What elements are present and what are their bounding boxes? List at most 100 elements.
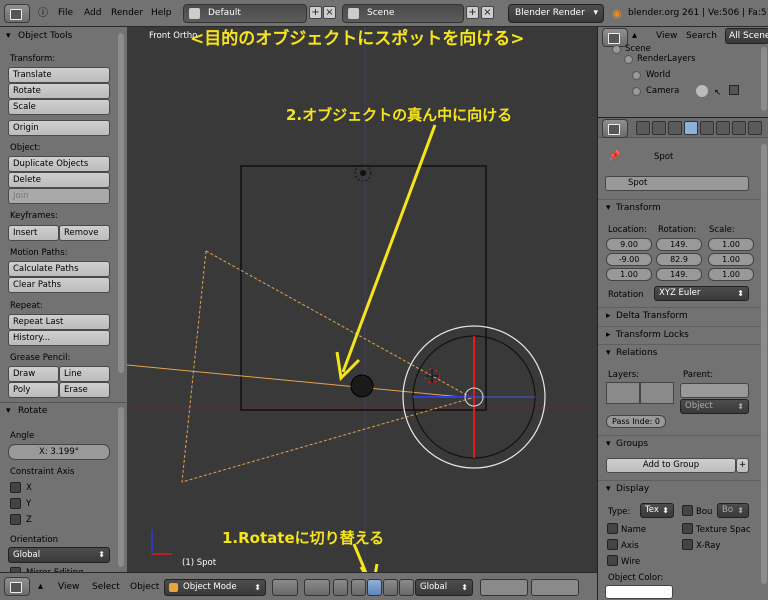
scene-field[interactable]: Scene [342,4,464,23]
delete-layout-button[interactable]: × [323,6,336,19]
layers-grid-left[interactable] [606,382,640,404]
tab-constraints-icon[interactable] [700,121,714,135]
menu-view[interactable]: View [58,573,79,600]
tab-data-icon[interactable] [716,121,730,135]
location-z-field[interactable]: 1.00 [606,268,652,281]
menu-help[interactable]: Help [151,0,172,27]
tab-object-icon[interactable] [684,121,698,135]
menu-object[interactable]: Object [130,573,159,600]
history-button[interactable]: History... [8,330,110,346]
object-name-field[interactable]: Spot [605,176,749,191]
sphere-object[interactable] [350,374,374,398]
rotation-x-field[interactable]: 149. [656,238,702,251]
object-color-swatch[interactable] [605,585,673,599]
clear-paths-button[interactable]: Clear Paths [8,277,110,293]
translate-button[interactable]: Translate [8,67,110,83]
duplicate-objects-button[interactable]: Duplicate Objects [8,156,110,172]
viewport-shading-button[interactable] [272,579,298,596]
object-tools-header[interactable]: Object Tools [0,27,127,46]
scale-z-field[interactable]: 1.00 [708,268,754,281]
parent-field[interactable] [680,383,749,398]
scale-manipulator-icon[interactable] [399,579,414,596]
orientation-dropdown[interactable]: Global [8,547,110,563]
scale-y-field[interactable]: 1.00 [708,253,754,266]
layers-buttons[interactable] [480,579,528,596]
menu-add[interactable]: Add [84,0,101,27]
outliner-item-world[interactable]: World [598,67,758,83]
xray-checkbox[interactable] [682,539,693,550]
relations-panel-header[interactable]: Relations [598,344,763,362]
location-y-field[interactable]: -9.00 [606,253,652,266]
outliner-menu-view[interactable]: View [656,31,677,41]
3d-view-editor-type-button[interactable] [4,577,30,596]
angle-field[interactable]: X: 3.199° [8,444,110,460]
add-group-plus-button[interactable]: + [736,458,749,473]
wire-checkbox[interactable] [607,555,618,566]
outliner-scrollbar[interactable] [761,47,767,111]
poly-button[interactable]: Poly [8,382,59,398]
scale-button[interactable]: Scale [8,99,110,115]
pin-icon[interactable]: 📌 [608,151,620,162]
translate-manipulator-icon[interactable] [383,579,398,596]
properties-editor-type-button[interactable] [602,119,628,138]
menu-render[interactable]: Render [111,0,143,27]
outliner-menu-search[interactable]: Search [686,31,717,41]
rotation-z-field[interactable]: 149. [656,268,702,281]
delta-transform-panel-header[interactable]: Delta Transform [598,307,763,325]
texture-space-checkbox[interactable] [682,523,693,534]
bounds-type-dropdown[interactable]: Bo [717,503,749,518]
remove-keyframe-button[interactable]: Remove [59,225,110,241]
restrict-select-icon[interactable]: ↖ [714,85,721,101]
menu-file[interactable]: File [58,0,73,27]
scale-x-field[interactable]: 1.00 [708,238,754,251]
join-button[interactable]: Join [8,188,110,204]
axis-checkbox[interactable] [607,539,618,550]
screen-layout-field[interactable]: Default [183,4,307,23]
transform-panel-header[interactable]: Transform [598,199,763,217]
name-checkbox[interactable] [607,523,618,534]
pivot-point-button[interactable] [304,579,330,596]
render-engine-dropdown[interactable]: Blender Render [508,4,604,23]
rotation-mode-dropdown[interactable]: XYZ Euler [654,286,749,301]
location-x-field[interactable]: 9.00 [606,238,652,251]
layers-buttons-2[interactable] [531,579,579,596]
constraint-x-checkbox[interactable] [10,482,21,493]
tab-render-icon[interactable] [636,121,650,135]
constraint-y-checkbox[interactable] [10,498,21,509]
display-type-dropdown[interactable]: Tex [640,503,674,518]
insert-keyframe-button[interactable]: Insert [8,225,59,241]
add-scene-button[interactable]: + [466,6,479,19]
tab-texture-icon[interactable] [732,121,746,135]
erase-button[interactable]: Erase [59,382,110,398]
display-panel-header[interactable]: Display [598,480,763,498]
tab-physics-icon[interactable] [748,121,762,135]
cube-wireframe[interactable] [240,165,487,411]
add-to-group-button[interactable]: Add to Group [606,458,736,473]
outliner-item-camera[interactable]: Camera ↖ [598,83,758,99]
add-layout-button[interactable]: + [309,6,322,19]
tab-world-icon[interactable] [668,121,682,135]
outliner-item-renderlayers[interactable]: RenderLayers [598,51,758,67]
rotation-y-field[interactable]: 82.9 [656,253,702,266]
layers-grid-right[interactable] [640,382,674,404]
outliner-toggle-icon[interactable]: ▴ [632,30,637,41]
header-toggle-icon[interactable]: ▴ [38,573,43,600]
rotate-button[interactable]: Rotate [8,83,110,99]
rotate-operator-header[interactable]: Rotate [0,402,127,421]
parent-type-dropdown[interactable]: Object [680,399,749,414]
delete-button[interactable]: Delete [8,172,110,188]
properties-scrollbar[interactable] [761,144,767,584]
tab-scene-icon[interactable] [652,121,666,135]
rotate-manipulator-icon[interactable] [367,579,382,596]
pass-index-field[interactable]: Pass Inde: 0 [606,415,666,428]
calculate-paths-button[interactable]: Calculate Paths [8,261,110,277]
origin-button[interactable]: Origin [8,120,110,136]
manipulator-toggle-icon[interactable] [351,579,366,596]
delete-scene-button[interactable]: × [481,6,494,19]
draw-button[interactable]: Draw [8,366,59,382]
repeat-last-button[interactable]: Repeat Last [8,314,110,330]
menu-select[interactable]: Select [92,573,120,600]
operator-scrollbar[interactable] [118,407,124,567]
editor-type-button[interactable] [4,4,30,23]
restrict-render-icon[interactable] [729,85,739,95]
